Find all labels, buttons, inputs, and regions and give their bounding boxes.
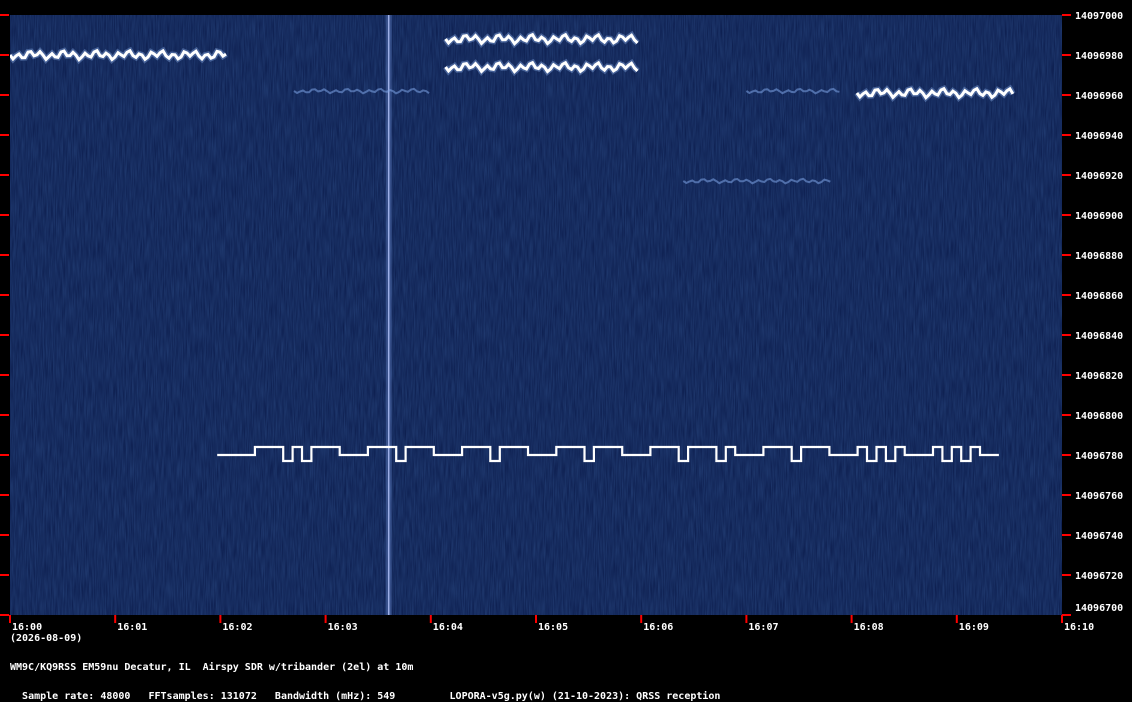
x-tick-label-0: 16:00: [12, 622, 42, 633]
y-tick-label-0: 14096700: [1075, 603, 1123, 614]
noise-texture: [10, 15, 1062, 615]
x-tick-label-9: 16:09: [959, 622, 989, 633]
x-tick-label-4: 16:04: [433, 622, 463, 633]
y-tick-label-12: 14096940: [1075, 131, 1123, 142]
x-tick-label-3: 16:03: [328, 622, 358, 633]
date-label: (2026-08-09): [10, 633, 82, 644]
x-tick-label-1: 16:01: [117, 622, 147, 633]
y-tick-label-10: 14096900: [1075, 211, 1123, 222]
y-tick-label-2: 14096740: [1075, 531, 1123, 542]
waterfall-plot: [10, 15, 1062, 615]
y-tick-label-5: 14096800: [1075, 411, 1123, 422]
x-tick-label-5: 16:05: [538, 622, 568, 633]
y-tick-label-11: 14096920: [1075, 171, 1123, 182]
y-tick-label-8: 14096860: [1075, 291, 1123, 302]
station-info: WM9C/KQ9RSS EM59nu Decatur, IL Airspy SD…: [10, 662, 414, 673]
y-tick-label-4: 14096780: [1075, 451, 1123, 462]
x-tick-label-6: 16:06: [643, 622, 673, 633]
spectrogram: 14096700 14096720 14096740 14096760 14096780…: [0, 0, 1132, 697]
x-tick-label-2: 16:02: [222, 622, 252, 633]
y-tick-label-7: 14096840: [1075, 331, 1123, 342]
y-tick-label-6: 14096820: [1075, 371, 1123, 382]
x-tick-label-7: 16:07: [748, 622, 778, 633]
y-tick-label-14: 14096980: [1075, 51, 1123, 62]
y-tick-label-13: 14096960: [1075, 91, 1123, 102]
y-tick-label-15: 14097000: [1075, 11, 1123, 22]
parameters-line: Sample rate: 48000 FFTsamples: 131072 Ba…: [10, 680, 720, 702]
y-tick-label-1: 14096720: [1075, 571, 1123, 582]
y-tick-label-9: 14096880: [1075, 251, 1123, 262]
y-tick-label-3: 14096760: [1075, 491, 1123, 502]
x-tick-label-10: 16:10: [1064, 622, 1094, 633]
x-tick-label-8: 16:08: [854, 622, 884, 633]
